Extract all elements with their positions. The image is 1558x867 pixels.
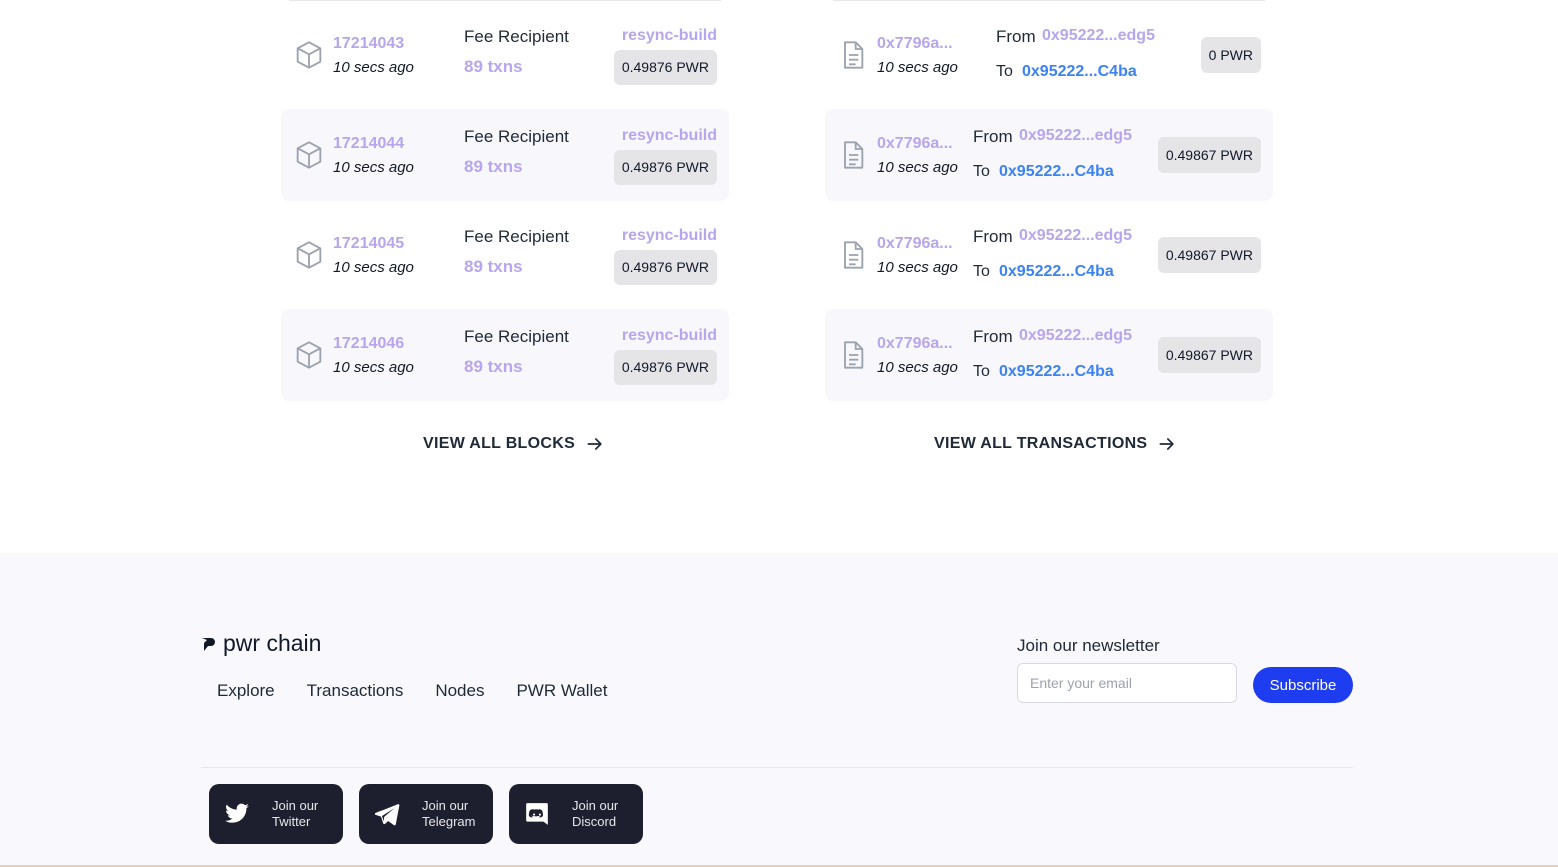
transaction-row[interactable]: 0x7796a... 10 secs ago From 0x95222...ed… <box>825 109 1273 201</box>
subscribe-button[interactable]: Subscribe <box>1253 667 1353 703</box>
join-telegram-button[interactable]: Join our Telegram <box>359 784 493 844</box>
footer-link-pwr-wallet[interactable]: PWR Wallet <box>516 681 607 701</box>
arrow-right-icon <box>587 438 602 450</box>
newsletter-label: Join our newsletter <box>1017 636 1160 655</box>
document-icon <box>844 141 864 169</box>
footer-link-transactions[interactable]: Transactions <box>307 681 404 701</box>
transaction-age: 10 secs ago <box>877 259 958 276</box>
to-label: To <box>996 63 1013 80</box>
transaction-age: 10 secs ago <box>877 159 958 176</box>
footer-link-nodes[interactable]: Nodes <box>435 681 484 701</box>
fee-recipient-label: Fee Recipient <box>464 127 569 146</box>
telegram-icon <box>374 804 400 826</box>
from-address-link[interactable]: 0x95222...edg5 <box>1019 327 1132 345</box>
fee-recipient-link[interactable]: resync-build <box>622 127 717 145</box>
arrow-right-icon <box>1159 438 1175 450</box>
newsletter-email-input[interactable] <box>1017 663 1237 703</box>
block-age: 10 secs ago <box>333 259 414 276</box>
cube-icon <box>296 141 322 169</box>
block-reward-badge: 0.49876 PWR <box>613 150 717 185</box>
block-reward-badge: 0.49876 PWR <box>613 50 717 85</box>
block-txns-link[interactable]: 89 txns <box>464 57 523 77</box>
discord-icon <box>526 803 548 825</box>
transaction-hash-link[interactable]: 0x7796a... <box>877 235 965 253</box>
block-row[interactable]: 17214043 10 secs ago Fee Recipient 89 tx… <box>281 9 729 101</box>
to-address-link[interactable]: 0x95222...C4ba <box>999 263 1114 281</box>
fee-recipient-link[interactable]: resync-build <box>622 227 717 245</box>
fee-recipient-link[interactable]: resync-build <box>622 27 717 45</box>
block-txns-link[interactable]: 89 txns <box>464 257 523 277</box>
block-age: 10 secs ago <box>333 159 414 176</box>
join-discord-label: Join our Discord <box>572 798 619 829</box>
page: 17214043 10 secs ago Fee Recipient 89 tx… <box>0 0 1558 867</box>
transaction-hash-link[interactable]: 0x7796a... <box>877 335 965 353</box>
transaction-age: 10 secs ago <box>877 59 958 76</box>
transaction-row[interactable]: 0x7796a... 10 secs ago From 0x95222...ed… <box>825 309 1273 401</box>
cube-icon <box>296 41 322 69</box>
from-address-link[interactable]: 0x95222...edg5 <box>1042 27 1155 45</box>
pwr-logo-icon <box>202 637 215 651</box>
from-address-link[interactable]: 0x95222...edg5 <box>1019 227 1132 245</box>
block-txns-link[interactable]: 89 txns <box>464 157 523 177</box>
footer-divider <box>201 767 1353 768</box>
block-row[interactable]: 17214045 10 secs ago Fee Recipient 89 tx… <box>281 209 729 301</box>
logo-text: pwr chain <box>223 630 322 656</box>
list-top-divider <box>289 0 721 1</box>
transaction-age: 10 secs ago <box>877 359 958 376</box>
cube-icon <box>296 241 322 269</box>
transaction-amount-badge: 0.49867 PWR <box>1157 137 1261 173</box>
from-label: From <box>973 327 1013 346</box>
transaction-row[interactable]: 0x7796a... 10 secs ago From 0x95222...ed… <box>825 209 1273 301</box>
pwr-chain-logo[interactable]: pwr chain <box>201 630 321 657</box>
view-all-transactions-link[interactable]: VIEW ALL TRANSACTIONS <box>934 434 1177 454</box>
join-discord-button[interactable]: Join our Discord <box>509 784 643 844</box>
block-reward-badge: 0.49876 PWR <box>613 350 717 385</box>
from-address-link[interactable]: 0x95222...edg5 <box>1019 127 1132 145</box>
site-footer: pwr chain Explore Transactions Nodes PWR… <box>0 553 1558 867</box>
fee-recipient-label: Fee Recipient <box>464 327 569 346</box>
document-icon <box>844 41 864 69</box>
transaction-hash-link[interactable]: 0x7796a... <box>877 35 965 53</box>
transaction-amount-badge: 0.49867 PWR <box>1157 237 1261 273</box>
to-address-link[interactable]: 0x95222...C4ba <box>999 363 1114 381</box>
fee-recipient-label: Fee Recipient <box>464 27 569 46</box>
transaction-amount-badge: 0 PWR <box>1200 37 1261 73</box>
from-label: From <box>996 27 1036 46</box>
to-label: To <box>973 363 990 380</box>
to-address-link[interactable]: 0x95222...C4ba <box>999 163 1114 181</box>
block-number-link[interactable]: 17214045 <box>333 235 404 253</box>
document-icon <box>844 341 864 369</box>
block-number-link[interactable]: 17214043 <box>333 35 404 53</box>
fee-recipient-link[interactable]: resync-build <box>622 327 717 345</box>
document-icon <box>844 241 864 269</box>
block-txns-link[interactable]: 89 txns <box>464 357 523 377</box>
footer-link-explore[interactable]: Explore <box>217 681 275 701</box>
join-twitter-button[interactable]: Join our Twitter <box>209 784 343 844</box>
to-label: To <box>973 163 990 180</box>
view-all-blocks-link[interactable]: VIEW ALL BLOCKS <box>423 434 605 454</box>
cube-icon <box>296 341 322 369</box>
fee-recipient-label: Fee Recipient <box>464 227 569 246</box>
block-age: 10 secs ago <box>333 59 414 76</box>
block-reward-badge: 0.49876 PWR <box>613 250 717 285</box>
footer-nav: Explore Transactions Nodes PWR Wallet <box>217 681 607 701</box>
join-telegram-label: Join our Telegram <box>422 798 476 829</box>
from-label: From <box>973 127 1013 146</box>
transaction-row[interactable]: 0x7796a... 10 secs ago From 0x95222...ed… <box>825 9 1273 101</box>
block-number-link[interactable]: 17214046 <box>333 335 404 353</box>
join-twitter-label: Join our Twitter <box>272 798 319 829</box>
twitter-icon <box>225 803 249 823</box>
transaction-hash-link[interactable]: 0x7796a... <box>877 135 965 153</box>
block-row[interactable]: 17214046 10 secs ago Fee Recipient 89 tx… <box>281 309 729 401</box>
view-all-blocks-label: VIEW ALL BLOCKS <box>423 435 576 452</box>
to-label: To <box>973 263 990 280</box>
list-top-divider <box>833 0 1265 1</box>
to-address-link[interactable]: 0x95222...C4ba <box>1022 63 1137 81</box>
block-age: 10 secs ago <box>333 359 414 376</box>
view-all-transactions-label: VIEW ALL TRANSACTIONS <box>934 435 1148 452</box>
block-number-link[interactable]: 17214044 <box>333 135 404 153</box>
from-label: From <box>973 227 1013 246</box>
transaction-amount-badge: 0.49867 PWR <box>1157 337 1261 373</box>
block-row[interactable]: 17214044 10 secs ago Fee Recipient 89 tx… <box>281 109 729 201</box>
